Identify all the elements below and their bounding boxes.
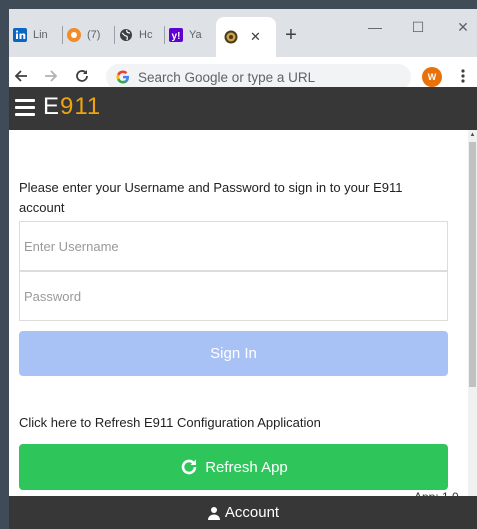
- hamburger-menu-icon[interactable]: [15, 99, 35, 117]
- user-icon: [207, 506, 221, 520]
- scroll-up-icon[interactable]: ▲: [468, 132, 477, 138]
- login-content: Please enter your Username and Password …: [9, 130, 469, 504]
- back-button[interactable]: [11, 66, 31, 86]
- notification-icon: [67, 28, 81, 42]
- maximize-button[interactable]: ☐: [408, 17, 428, 37]
- tab-label: (7): [87, 29, 101, 41]
- tab-strip: Lin (7) Hc y! Ya ✕ + — ☐ ✕: [9, 9, 477, 57]
- refresh-app-button[interactable]: Refresh App: [19, 444, 448, 490]
- close-window-button[interactable]: ✕: [453, 17, 473, 37]
- brand-prefix: E: [43, 93, 61, 120]
- page-scrollbar[interactable]: ▲: [468, 130, 477, 500]
- arrow-right-icon: [45, 70, 58, 82]
- scrollbar-thumb[interactable]: [469, 142, 476, 387]
- new-tab-button[interactable]: +: [281, 24, 301, 46]
- tab-yahoo[interactable]: y! Ya: [169, 21, 213, 49]
- reload-icon: [76, 70, 88, 82]
- password-input[interactable]: [24, 272, 447, 320]
- refresh-instructions: Click here to Refresh E911 Configuration…: [19, 415, 321, 430]
- browser-window: Lin (7) Hc y! Ya ✕ + — ☐ ✕ Search Google…: [9, 9, 477, 529]
- username-field[interactable]: [19, 221, 448, 271]
- app-favicon-icon: [224, 30, 238, 44]
- browser-menu-button[interactable]: [453, 66, 473, 86]
- username-input[interactable]: [24, 222, 447, 270]
- intro-text: Please enter your Username and Password …: [19, 180, 403, 215]
- google-g-icon: [116, 70, 130, 84]
- profile-avatar[interactable]: W: [422, 67, 442, 87]
- tab-active[interactable]: ✕: [216, 17, 276, 57]
- account-footer[interactable]: Account: [9, 496, 477, 529]
- account-label: Account: [224, 504, 280, 521]
- tab-label: Lin: [33, 29, 48, 41]
- address-placeholder: Search Google or type a URL: [138, 69, 316, 85]
- refresh-icon: [179, 457, 199, 477]
- arrow-left-icon: [14, 70, 27, 82]
- app-header: E911: [9, 87, 477, 130]
- tab-label: Ya: [189, 29, 202, 41]
- minimize-button[interactable]: —: [365, 17, 385, 37]
- tab-close-icon[interactable]: ✕: [250, 29, 261, 45]
- kebab-menu-icon: [461, 69, 465, 83]
- tab-label: Hc: [139, 29, 153, 41]
- linkedin-icon: [13, 28, 27, 42]
- globe-icon: [119, 28, 133, 42]
- app-brand: E911: [43, 93, 101, 121]
- reload-button[interactable]: [72, 66, 92, 86]
- password-field[interactable]: [19, 271, 448, 321]
- brand-suffix: 911: [60, 93, 102, 120]
- sign-in-button[interactable]: Sign In: [19, 331, 448, 376]
- refresh-app-label: Refresh App: [205, 458, 288, 476]
- tab-notifications[interactable]: (7): [67, 21, 115, 49]
- forward-button[interactable]: [41, 66, 61, 86]
- yahoo-icon: y!: [169, 28, 183, 42]
- tab-globe[interactable]: Hc: [119, 21, 165, 49]
- svg-text:y!: y!: [172, 31, 181, 42]
- tab-linkedin[interactable]: Lin: [13, 21, 63, 49]
